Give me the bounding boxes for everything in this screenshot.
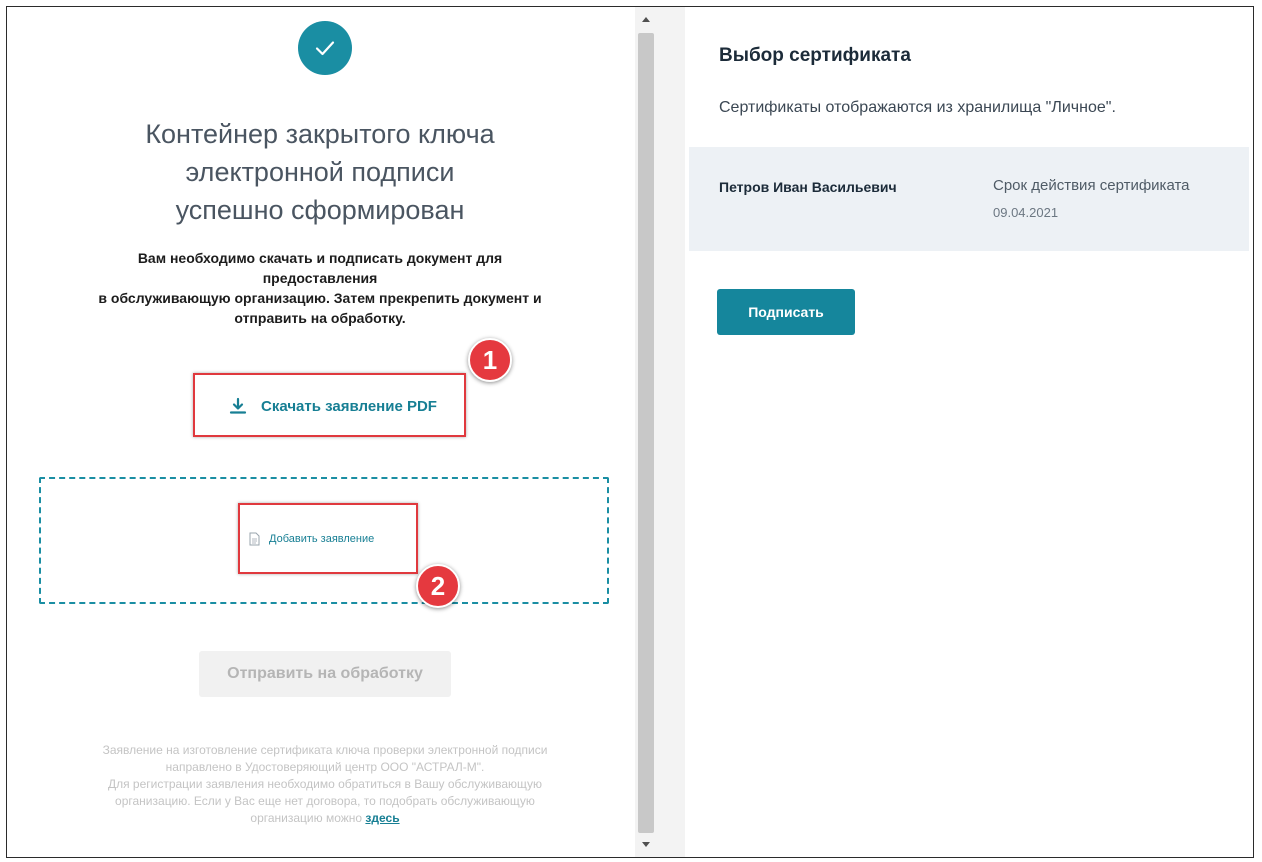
check-icon (315, 41, 335, 56)
instructions-line-1: Вам необходимо скачать и подписать докум… (137, 250, 503, 266)
footnote-text: Заявление на изготовление сертификата кл… (27, 742, 623, 827)
annotation-badge-2: 2 (416, 564, 460, 608)
instructions-line-3: в обслуживающую организацию. Затем прекр… (98, 290, 542, 306)
footnote-line-5-text: организацию можно (250, 811, 366, 825)
page-title-line-3: успешно сформирован (175, 195, 465, 225)
instructions-line-4: отправить на обработку. (234, 310, 406, 326)
certificate-owner: Петров Иван Васильевич (719, 179, 897, 195)
send-for-processing-button[interactable]: Отправить на обработку (199, 651, 451, 697)
certificate-row[interactable]: Петров Иван Васильевич Срок действия сер… (689, 147, 1249, 251)
left-panel-scrollbar[interactable] (635, 7, 657, 857)
footnote-line-3: Для регистрации заявления необходимо обр… (107, 777, 543, 791)
certificate-store-hint: Сертификаты отображаются из хранилища "Л… (719, 99, 1116, 116)
certificate-validity-date: 09.04.2021 (993, 205, 1059, 220)
instructions-line-2: предоставления (262, 270, 378, 286)
scroll-up-arrow-icon[interactable] (635, 9, 657, 29)
page-title-line-2: электронной подписи (185, 157, 455, 187)
certificate-validity-label: Срок действия сертификата (993, 177, 1190, 194)
annotation-highlight-2 (238, 503, 418, 574)
instructions-text: Вам необходимо скачать и подписать докум… (37, 248, 603, 328)
footnote-line-5: организацию можно здесь (27, 810, 623, 827)
scroll-down-arrow-icon[interactable] (635, 835, 657, 855)
certificate-selection-panel: Выбор сертификата Сертификаты отображают… (687, 7, 1253, 857)
certificate-selection-title: Выбор сертификата (719, 45, 911, 66)
footnote-line-1: Заявление на изготовление сертификата кл… (102, 743, 548, 757)
panel-divider (657, 7, 685, 857)
page-title: Контейнер закрытого ключа электронной по… (7, 115, 633, 229)
annotation-highlight-1 (193, 373, 466, 437)
service-organization-link[interactable]: здесь (365, 811, 399, 825)
scroll-thumb[interactable] (638, 33, 654, 833)
container-result-panel: Контейнер закрытого ключа электронной по… (7, 7, 633, 857)
annotation-badge-1: 1 (468, 338, 512, 382)
footnote-line-4: организацию. Если у Вас еще нет договора… (115, 794, 535, 808)
page-title-line-1: Контейнер закрытого ключа (145, 119, 495, 149)
window-frame: Контейнер закрытого ключа электронной по… (6, 6, 1254, 858)
sign-button[interactable]: Подписать (717, 289, 855, 335)
success-check-icon (298, 21, 352, 75)
footnote-line-2: направлено в Удостоверяющий центр ООО "А… (165, 760, 485, 774)
